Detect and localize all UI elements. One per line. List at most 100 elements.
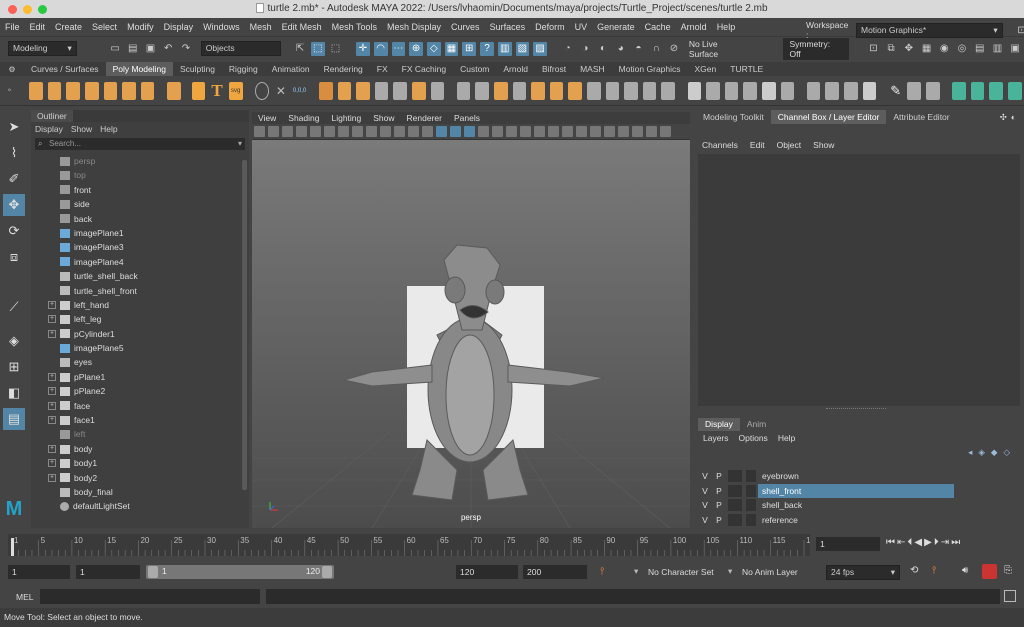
menu-deform[interactable]: Deform <box>530 18 570 36</box>
grease-pencil-icon[interactable] <box>323 126 335 137</box>
hypershade-icon[interactable]: ◕ <box>614 42 628 56</box>
poly-type-icon[interactable]: T <box>210 81 224 100</box>
workspace-dropdown[interactable]: Motion Graphics* ▾ <box>855 22 1003 38</box>
channel-menu-channels[interactable]: Channels <box>696 138 744 152</box>
isolate-select-icon[interactable] <box>575 126 587 137</box>
target-weld-icon[interactable] <box>706 81 720 100</box>
freeze-transform-icon[interactable]: 0,0,0 <box>293 82 307 100</box>
channel-menu-show[interactable]: Show <box>807 138 840 152</box>
offset-edge-loop-icon[interactable] <box>743 81 758 100</box>
layer-playback-toggle[interactable]: P <box>712 486 726 496</box>
layer-visibility-toggle[interactable]: V <box>698 515 712 525</box>
bake-pivot-icon[interactable] <box>255 81 270 100</box>
fps-dropdown[interactable]: 24 fps ▾ <box>826 565 900 580</box>
shelf-tab-mash[interactable]: MASH <box>573 62 612 76</box>
menu-cache[interactable]: Cache <box>640 18 676 36</box>
range-end-handle[interactable] <box>322 566 332 578</box>
audio-mute-icon[interactable] <box>982 564 997 579</box>
outliner-item[interactable]: imagePlane1 <box>31 226 249 240</box>
outliner-item[interactable]: + left_hand <box>31 298 249 312</box>
append-polygon-icon[interactable] <box>512 81 527 100</box>
grid-icon[interactable] <box>337 126 349 137</box>
sculpt-icon[interactable] <box>907 81 922 100</box>
use-all-lights-icon[interactable] <box>491 126 503 137</box>
poly-plane-icon[interactable] <box>122 81 136 100</box>
outliner-item[interactable]: + pPlane2 <box>31 384 249 398</box>
xray-joints-icon[interactable] <box>603 126 615 137</box>
layer-color-icon[interactable] <box>746 499 756 512</box>
conform-icon[interactable] <box>605 81 620 100</box>
construction-icon[interactable]: ▧ <box>515 41 530 56</box>
playback-start-field[interactable]: 1 <box>76 565 140 579</box>
bridge-icon[interactable] <box>456 81 471 100</box>
shelf-tab-animation[interactable]: Animation <box>265 62 317 76</box>
extrude-icon[interactable] <box>475 81 489 100</box>
shelf-tab-curves-surfaces[interactable]: Curves / Surfaces <box>24 62 106 76</box>
super-shape-icon[interactable] <box>191 81 206 100</box>
menu-edit-mesh[interactable]: Edit Mesh <box>277 18 327 36</box>
layer-options-icon[interactable]: ◇ <box>1003 447 1010 458</box>
range-bar[interactable]: 1 120 <box>146 565 334 579</box>
save-scene-icon[interactable]: ▣ <box>144 42 158 56</box>
shelf-menu-icon[interactable]: ◦ <box>2 84 17 98</box>
gamma-icon[interactable] <box>645 126 657 137</box>
layer-visibility-toggle[interactable]: V <box>698 471 712 481</box>
menu-select[interactable]: Select <box>87 18 122 36</box>
history-icon[interactable]: ▥ <box>497 41 512 56</box>
image-plane-icon[interactable] <box>295 126 307 137</box>
preferences-icon[interactable]: ⎘ <box>1004 565 1012 576</box>
side-by-side-view-icon[interactable]: ◧ <box>3 382 25 404</box>
render-view-icon[interactable]: ◓ <box>632 42 646 56</box>
color-management-icon[interactable] <box>659 126 671 137</box>
symmetry-dropdown[interactable]: Symmetry: Off <box>783 37 849 60</box>
menu-windows[interactable]: Windows <box>198 18 245 36</box>
new-layer-from-selection-icon[interactable]: ◆ <box>991 447 998 458</box>
platonic-solid-icon[interactable] <box>167 81 181 100</box>
mash-random-icon[interactable] <box>1008 81 1022 100</box>
lock-workspace-icon[interactable]: ⊡ <box>1015 23 1024 37</box>
selection-mode-dropdown[interactable]: Objects <box>200 41 282 56</box>
outliner-item[interactable]: imagePlane4 <box>31 255 249 269</box>
snap-view-icon[interactable]: ⊕ <box>409 41 423 56</box>
menu-surfaces[interactable]: Surfaces <box>485 18 531 36</box>
auto-key-icon[interactable]: ⫯ <box>932 565 936 576</box>
move-icon[interactable]: ✥ <box>902 42 916 56</box>
layer-menu-options[interactable]: Options <box>734 431 773 445</box>
shelf-tab-arnold[interactable]: Arnold <box>496 62 535 76</box>
snap-live-icon[interactable]: ⊞ <box>462 41 477 56</box>
splitter[interactable] <box>826 408 886 409</box>
multi-cut-icon[interactable] <box>687 81 702 100</box>
expand-icon[interactable]: + <box>48 315 56 324</box>
outliner-item[interactable]: + left_leg <box>31 312 249 326</box>
play-forward-icon[interactable]: ▶ <box>924 537 932 548</box>
mash-distribute-icon[interactable] <box>970 81 985 100</box>
outliner-menu-help[interactable]: Help <box>96 122 121 136</box>
delete-history-icon[interactable]: ✕ <box>274 82 288 100</box>
channel-toggle-icon[interactable]: ▥ <box>991 42 1005 56</box>
mirror-tool-icon[interactable] <box>926 81 940 100</box>
layer-playback-toggle[interactable]: P <box>712 471 726 481</box>
outliner-item[interactable]: defaultLightSet <box>31 499 249 513</box>
select-component-icon[interactable]: ⬚ <box>329 42 343 56</box>
paint-select-tool-icon[interactable]: ✐ <box>3 168 25 190</box>
menu-modify[interactable]: Modify <box>122 18 159 36</box>
mash-network-icon[interactable] <box>952 81 966 100</box>
snap-point-icon[interactable]: ⋯ <box>391 41 406 56</box>
merge-icon[interactable] <box>624 81 638 100</box>
outliner-scrollbar[interactable] <box>242 160 247 490</box>
step-forward-frame-icon[interactable]: ⏵ <box>934 537 939 548</box>
outliner-item[interactable]: + pCylinder1 <box>31 327 249 341</box>
resolution-gate-icon[interactable] <box>365 126 377 137</box>
outliner-item[interactable]: left <box>31 427 249 441</box>
loop-icon[interactable]: ⟲ <box>910 565 918 576</box>
expand-icon[interactable]: + <box>48 459 56 468</box>
poly-sphere-icon[interactable] <box>29 81 43 100</box>
expand-icon[interactable]: + <box>48 373 56 382</box>
layer-row[interactable]: V Peyebrown <box>698 469 1020 484</box>
play-back-icon[interactable]: ◀ <box>914 537 922 548</box>
snap-grid-icon[interactable]: ✛ <box>356 41 370 56</box>
fill-hole-icon[interactable] <box>531 81 545 100</box>
wireframe-icon[interactable] <box>435 126 447 137</box>
snap-curve-icon[interactable]: ◠ <box>373 41 388 56</box>
depth-of-field-icon[interactable] <box>561 126 573 137</box>
